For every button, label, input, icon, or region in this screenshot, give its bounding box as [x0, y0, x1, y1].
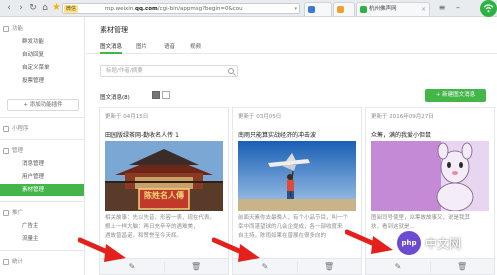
card-title: 田园版绿茶网-勤收名人传 1	[105, 132, 179, 139]
image-caption: 陈姓名人傳	[144, 191, 184, 200]
tab-favicon-icon	[337, 6, 344, 13]
address-bar[interactable]: 微信 mp.weixin.qq.com/cgi-bin/appmsg?begin…	[62, 3, 300, 14]
back-icon[interactable]: ‹	[4, 4, 14, 13]
tab-close-icon[interactable]: ×	[421, 3, 426, 16]
sidebar-item-materials[interactable]: 素材管理	[0, 184, 84, 196]
stats-icon	[3, 259, 9, 265]
wifi-icon	[480, 0, 497, 17]
tab-label: 杭州佛声网	[369, 6, 397, 12]
delete-trash-icon[interactable]: 🗑	[457, 262, 467, 272]
search-icon[interactable]	[228, 68, 234, 74]
browser-tab-small[interactable]	[304, 2, 332, 16]
search-input[interactable]: 标题/作者/摘要	[100, 65, 238, 77]
add-plugin-button[interactable]: + 添加功能插件	[7, 99, 79, 111]
forward-icon[interactable]: ›	[16, 4, 26, 13]
delete-trash-icon[interactable]: 🗑	[191, 262, 201, 272]
sidebar-divider	[0, 250, 84, 251]
grid-view-icon[interactable]	[152, 91, 160, 99]
list-view-icon[interactable]	[162, 91, 170, 99]
php-watermark: php 中文网	[397, 228, 497, 258]
promotion-icon	[3, 210, 9, 216]
sidebar-section-miniprogram[interactable]: 小程序	[0, 123, 84, 135]
page-title: 素材管理	[100, 26, 128, 34]
home-icon[interactable]: ⌂	[40, 4, 50, 13]
sidebar-item-mass-send[interactable]: 群发功能	[0, 36, 84, 48]
card-actions: ✎ 🗑	[366, 258, 494, 274]
sidebar-item-users[interactable]: 用户管理	[0, 171, 84, 183]
tab-articles[interactable]: 图文消息	[100, 41, 123, 54]
edit-pencil-icon[interactable]: ✎	[393, 262, 403, 272]
url-text: mp.weixin.qq.com/cgi-bin/appmsg?begin=0&…	[105, 6, 243, 12]
tab-favicon-icon	[360, 6, 367, 13]
divider	[164, 261, 165, 273]
minimize-icon[interactable]: –	[452, 2, 464, 14]
search-placeholder: 标题/作者/摘要	[106, 68, 143, 74]
sidebar-item-vote[interactable]: 投票管理	[0, 75, 84, 87]
tab-favicon-icon	[308, 6, 315, 13]
sidebar-divider	[0, 139, 84, 140]
watermark-text: 中文网	[425, 237, 462, 251]
browser-tab-small-2[interactable]	[333, 2, 355, 16]
divider	[297, 261, 298, 273]
sidebar-section-manage: 管理	[0, 145, 84, 157]
browser-tab-active[interactable]: 杭州佛声网 ×	[356, 2, 430, 16]
sidebar-item-publisher[interactable]: 流量主	[0, 233, 84, 245]
tab-video[interactable]: 视频	[190, 41, 201, 54]
url-dropdown-icon[interactable]: ▾	[294, 4, 297, 14]
sidebar-divider	[0, 117, 84, 118]
refresh-icon[interactable]: ↻	[28, 4, 38, 13]
delete-trash-icon[interactable]: 🗑	[324, 262, 334, 272]
site-badge: 微信	[64, 5, 79, 13]
sidebar-item-messages[interactable]: 消息管理	[0, 158, 84, 170]
red-arrow-annotation	[78, 237, 126, 262]
sidebar: 功能 群发功能 自动回复 自定义菜单 投票管理 + 添加功能插件 小程序 管理 …	[0, 17, 85, 275]
edit-pencil-icon[interactable]: ✎	[127, 262, 137, 272]
function-icon	[3, 26, 9, 32]
card-date: 更新于 04月15日	[105, 114, 149, 120]
red-arrow-annotation	[345, 229, 393, 254]
tab-images[interactable]: 图片	[136, 41, 147, 54]
edit-pencil-icon[interactable]: ✎	[260, 262, 270, 272]
article-count: 图文消息(8)	[100, 95, 130, 101]
bookmark-star-icon[interactable]: ★	[52, 3, 62, 13]
material-tabs: 图文消息 图片 语音 视频	[86, 41, 497, 54]
card-cover-image: 陈姓名人傳	[105, 141, 223, 211]
browser-toolbar: ‹ › ↻ ⌂ ★ 微信 mp.weixin.qq.com/cgi-bin/ap…	[0, 0, 497, 17]
card-cover-image	[371, 141, 489, 211]
card-date: 更新于 2016年09月27日	[371, 114, 434, 120]
card-cover-image	[238, 141, 356, 211]
sidebar-item-advertiser[interactable]: 广告主	[0, 220, 84, 232]
red-arrow-annotation	[212, 237, 260, 262]
sidebar-item-custom-menu[interactable]: 自定义菜单	[0, 62, 84, 74]
miniprogram-icon	[3, 126, 9, 132]
card-date: 更新于 03月05日	[238, 114, 282, 120]
card-title: 南雨只能算实战经济的冲击波	[238, 132, 317, 139]
sidebar-section-function: 功能	[0, 23, 84, 35]
new-article-button[interactable]: + 新建图文消息	[425, 89, 486, 102]
card-title: 众筹，满的我爱小但鼠	[371, 132, 432, 139]
divider	[430, 261, 431, 273]
sidebar-section-stats[interactable]: 统计	[0, 256, 84, 268]
menu-icon[interactable]: ≡	[436, 2, 448, 14]
sidebar-section-promotion: 推广	[0, 207, 84, 219]
sidebar-divider	[0, 201, 84, 202]
manage-icon	[3, 148, 9, 154]
sidebar-item-auto-reply[interactable]: 自动回复	[0, 49, 84, 61]
php-logo: php	[397, 231, 421, 255]
tab-voice[interactable]: 语音	[164, 41, 175, 54]
